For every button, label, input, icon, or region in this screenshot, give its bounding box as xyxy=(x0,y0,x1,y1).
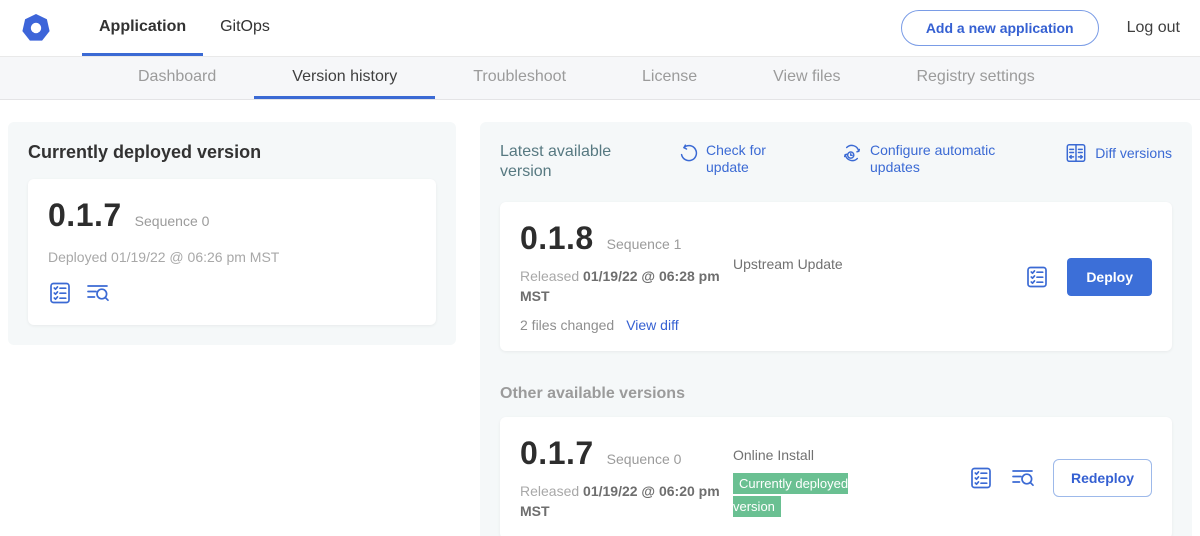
deployed-badge-wrap: Currently deployed version xyxy=(733,472,888,518)
subnav-label-dashboard: Dashboard xyxy=(138,68,216,86)
latest-released-line: Released 01/19/22 @ 06:28 pm MST xyxy=(520,267,725,306)
deployed-version-row: 0.1.7 Sequence 0 xyxy=(48,197,416,234)
preflight-checks-icon[interactable] xyxy=(969,466,993,490)
deployed-timestamp: Deployed 01/19/22 @ 06:26 pm MST xyxy=(48,249,416,265)
subnav-label-version-history: Version history xyxy=(292,68,397,86)
other-versions-heading: Other available versions xyxy=(500,385,1172,403)
other-version-info: 0.1.7 Sequence 0 Released 01/19/22 @ 06:… xyxy=(520,435,725,521)
latest-source-label: Upstream Update xyxy=(733,256,843,272)
subnav-item-license[interactable]: License xyxy=(604,57,735,99)
logout-link[interactable]: Log out xyxy=(1127,19,1180,37)
deploy-button[interactable]: Deploy xyxy=(1067,258,1152,296)
primary-tabs: Application GitOps xyxy=(82,0,287,56)
schedule-update-icon xyxy=(842,143,862,163)
tab-application[interactable]: Application xyxy=(82,0,203,56)
subnav-label-view-files: View files xyxy=(773,68,840,86)
deployed-sequence-label: Sequence 0 xyxy=(135,213,210,229)
other-actions: Redeploy xyxy=(969,435,1152,521)
subnav-item-view-files[interactable]: View files xyxy=(735,57,878,99)
preflight-checks-icon[interactable] xyxy=(1025,265,1049,289)
other-source-label: Online Install xyxy=(733,447,814,463)
deployed-actions xyxy=(48,281,416,305)
preflight-checks-icon[interactable] xyxy=(48,281,72,305)
available-updates-panel: Latest available version Check for updat… xyxy=(480,122,1192,536)
latest-version-row: 0.1.8 Sequence 1 xyxy=(520,220,725,257)
subnav-label-license: License xyxy=(642,68,697,86)
other-version-row: 0.1.7 Sequence 0 xyxy=(520,435,725,472)
tab-gitops-label: GitOps xyxy=(220,18,270,36)
top-bar: Application GitOps Add a new application… xyxy=(0,0,1200,57)
latest-available-title: Latest available version xyxy=(500,142,640,182)
refresh-icon xyxy=(678,143,698,163)
other-source-column: Online Install Currently deployed versio… xyxy=(733,435,913,521)
check-for-update-link[interactable]: Check for update xyxy=(678,142,784,176)
kots-logo-icon xyxy=(20,12,52,44)
other-released-line: Released 01/19/22 @ 06:20 pm MST xyxy=(520,482,725,521)
released-label: Released xyxy=(520,483,579,499)
deployed-version-number: 0.1.7 xyxy=(48,197,122,234)
redeploy-button[interactable]: Redeploy xyxy=(1053,459,1152,497)
configure-updates-label: Configure automatic updates xyxy=(870,142,1020,176)
add-application-button[interactable]: Add a new application xyxy=(901,10,1099,46)
latest-version-number: 0.1.8 xyxy=(520,220,594,257)
version-history-page: Currently deployed version 0.1.7 Sequenc… xyxy=(0,100,1200,536)
latest-files-row: 2 files changed View diff xyxy=(520,317,725,333)
app-subnav: Dashboard Version history Troubleshoot L… xyxy=(0,57,1200,100)
app-logo[interactable] xyxy=(20,0,52,56)
available-updates-header: Latest available version Check for updat… xyxy=(500,142,1172,182)
other-version-card: 0.1.7 Sequence 0 Released 01/19/22 @ 06:… xyxy=(500,417,1172,536)
other-version-number: 0.1.7 xyxy=(520,435,594,472)
subnav-label-troubleshoot: Troubleshoot xyxy=(473,68,566,86)
latest-source-column: Upstream Update xyxy=(733,220,913,333)
check-for-update-label: Check for update xyxy=(706,142,784,176)
currently-deployed-panel: Currently deployed version 0.1.7 Sequenc… xyxy=(8,122,456,345)
latest-actions: Deploy xyxy=(1025,220,1152,333)
subnav-item-registry-settings[interactable]: Registry settings xyxy=(878,57,1072,99)
currently-deployed-title: Currently deployed version xyxy=(28,142,436,163)
subnav-label-registry-settings: Registry settings xyxy=(916,68,1034,86)
diff-versions-link[interactable]: Diff versions xyxy=(1065,142,1172,164)
latest-version-card: 0.1.8 Sequence 1 Released 01/19/22 @ 06:… xyxy=(500,202,1172,351)
subnav-item-dashboard[interactable]: Dashboard xyxy=(100,57,254,99)
view-logs-icon[interactable] xyxy=(1011,466,1035,490)
latest-sequence-label: Sequence 1 xyxy=(607,236,682,252)
released-label: Released xyxy=(520,268,579,284)
diff-versions-icon xyxy=(1065,142,1087,164)
topbar-right: Add a new application Log out xyxy=(901,0,1180,56)
latest-version-info: 0.1.8 Sequence 1 Released 01/19/22 @ 06:… xyxy=(520,220,725,333)
diff-versions-label: Diff versions xyxy=(1095,145,1172,162)
configure-updates-link[interactable]: Configure automatic updates xyxy=(842,142,1020,176)
view-diff-link[interactable]: View diff xyxy=(626,317,678,333)
other-sequence-label: Sequence 0 xyxy=(607,451,682,467)
tab-application-label: Application xyxy=(99,18,186,36)
subnav-item-version-history[interactable]: Version history xyxy=(254,57,435,99)
files-changed-label: 2 files changed xyxy=(520,317,614,333)
view-logs-icon[interactable] xyxy=(86,281,110,305)
tab-gitops[interactable]: GitOps xyxy=(203,0,287,56)
deployed-version-card: 0.1.7 Sequence 0 Deployed 01/19/22 @ 06:… xyxy=(28,179,436,325)
currently-deployed-badge: Currently deployed version xyxy=(733,473,848,517)
subnav-item-troubleshoot[interactable]: Troubleshoot xyxy=(435,57,604,99)
